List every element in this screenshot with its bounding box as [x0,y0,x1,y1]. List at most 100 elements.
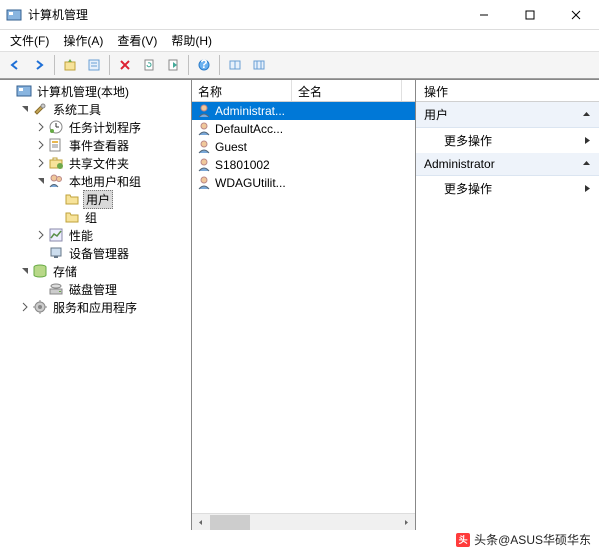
action-item[interactable]: 更多操作 [416,128,599,153]
perf-icon [48,227,64,243]
show-hide-pane-button[interactable] [224,54,246,76]
tree-item-label: 系统工具 [51,101,103,118]
properties-button[interactable] [83,54,105,76]
list-header: 名称全名 [192,80,415,102]
menu-bar: 文件(F) 操作(A) 查看(V) 帮助(H) [0,30,599,51]
delete-button[interactable] [114,54,136,76]
maximize-button[interactable] [507,0,553,30]
list-row[interactable]: S1801002 [192,156,415,174]
expander-open-icon[interactable] [18,102,32,116]
tree-item[interactable]: 性能 [0,226,191,244]
forward-button[interactable] [28,54,50,76]
user-icon [196,175,212,191]
tile-button[interactable] [248,54,270,76]
tree-item[interactable]: 任务计划程序 [0,118,191,136]
actions-pane: 操作 用户更多操作 Administrator 更多操作 [416,80,599,530]
action-group-header[interactable]: 用户 [416,102,599,128]
tree-item-label: 服务和应用程序 [51,299,139,316]
event-icon [48,137,64,153]
refresh-button[interactable] [138,54,160,76]
menu-view[interactable]: 查看(V) [111,30,163,51]
users-icon [48,173,64,189]
menu-help[interactable]: 帮助(H) [165,30,218,51]
app-icon [6,7,22,23]
tree-item[interactable]: 共享文件夹 [0,154,191,172]
tree-item-label: 存储 [51,263,79,280]
scroll-right-arrow[interactable] [398,514,415,531]
user-icon [196,103,212,119]
collapse-up-icon [582,157,591,171]
tree-item[interactable]: 服务和应用程序 [0,298,191,316]
watermark-logo-icon: 头 [456,533,470,547]
expander-spacer [50,192,64,206]
watermark-text: 头条@ASUS华硕华东 [474,531,591,548]
action-group-title: 用户 [424,106,448,123]
expander-closed-icon[interactable] [34,156,48,170]
tree-item[interactable]: 存储 [0,262,191,280]
scroll-thumb[interactable] [210,515,250,530]
window-title: 计算机管理 [28,6,461,23]
scroll-left-arrow[interactable] [192,514,209,531]
tree-item-label: 共享文件夹 [67,155,131,172]
menu-file[interactable]: 文件(F) [4,30,55,51]
list-row[interactable]: DefaultAcc... [192,120,415,138]
list-row[interactable]: Guest [192,138,415,156]
menu-action[interactable]: 操作(A) [57,30,109,51]
root-icon [16,83,32,99]
expander-spacer [34,246,48,260]
expander-spacer [50,210,64,224]
tree-item-label: 设备管理器 [67,245,131,262]
list-row[interactable]: WDAGUtilit... [192,174,415,192]
tree-item[interactable]: 组 [0,208,191,226]
workspace: 计算机管理(本地)系统工具任务计划程序事件查看器共享文件夹本地用户和组用户组性能… [0,79,599,530]
tree-item[interactable]: 计算机管理(本地) [0,82,191,100]
clock-icon [48,119,64,135]
tree-pane[interactable]: 计算机管理(本地)系统工具任务计划程序事件查看器共享文件夹本地用户和组用户组性能… [0,80,192,530]
list-body[interactable]: Administrat...DefaultAcc... Guest S1801002… [192,102,415,513]
export-button[interactable] [162,54,184,76]
action-group-title: Administrator [424,157,495,171]
column-header[interactable]: 名称 [192,80,292,101]
tree-item[interactable]: 事件查看器 [0,136,191,154]
tree-item[interactable]: 用户 [0,190,191,208]
cell-name: Guest [215,140,295,154]
tree-item-label: 用户 [83,190,113,209]
close-button[interactable] [553,0,599,30]
help-button[interactable]: ? [193,54,215,76]
tree-item-label: 本地用户和组 [67,173,143,190]
tools-icon [32,101,48,117]
expander-closed-icon[interactable] [34,138,48,152]
storage-icon [32,263,48,279]
list-row[interactable]: Administrat... [192,102,415,120]
toolbar: ? [0,51,599,79]
expander-open-icon[interactable] [34,174,48,188]
tree-item[interactable]: 本地用户和组 [0,172,191,190]
actions-header: 操作 [416,80,599,102]
expander-open-icon[interactable] [18,264,32,278]
up-button[interactable] [59,54,81,76]
tree-item[interactable]: 系统工具 [0,100,191,118]
minimize-button[interactable] [461,0,507,30]
tree-item[interactable]: 设备管理器 [0,244,191,262]
expander-closed-icon[interactable] [34,120,48,134]
tree-item-label: 任务计划程序 [67,119,143,136]
user-icon [196,121,212,137]
action-item[interactable]: 更多操作 [416,176,599,201]
cell-name: WDAGUtilit... [215,176,295,190]
services-icon [32,299,48,315]
disk-icon [48,281,64,297]
back-button[interactable] [4,54,26,76]
action-group-header[interactable]: Administrator [416,153,599,176]
user-icon [196,157,212,173]
column-header[interactable]: 全名 [292,80,402,101]
user-icon [196,139,212,155]
folder-icon [64,191,80,207]
tree-item-label: 性能 [67,227,95,244]
tree-item-label: 事件查看器 [67,137,131,154]
horizontal-scrollbar[interactable] [192,513,415,530]
action-item-label: 更多操作 [444,132,492,149]
expander-closed-icon[interactable] [34,228,48,242]
folder-icon [64,209,80,225]
expander-closed-icon[interactable] [18,300,32,314]
tree-item[interactable]: 磁盘管理 [0,280,191,298]
